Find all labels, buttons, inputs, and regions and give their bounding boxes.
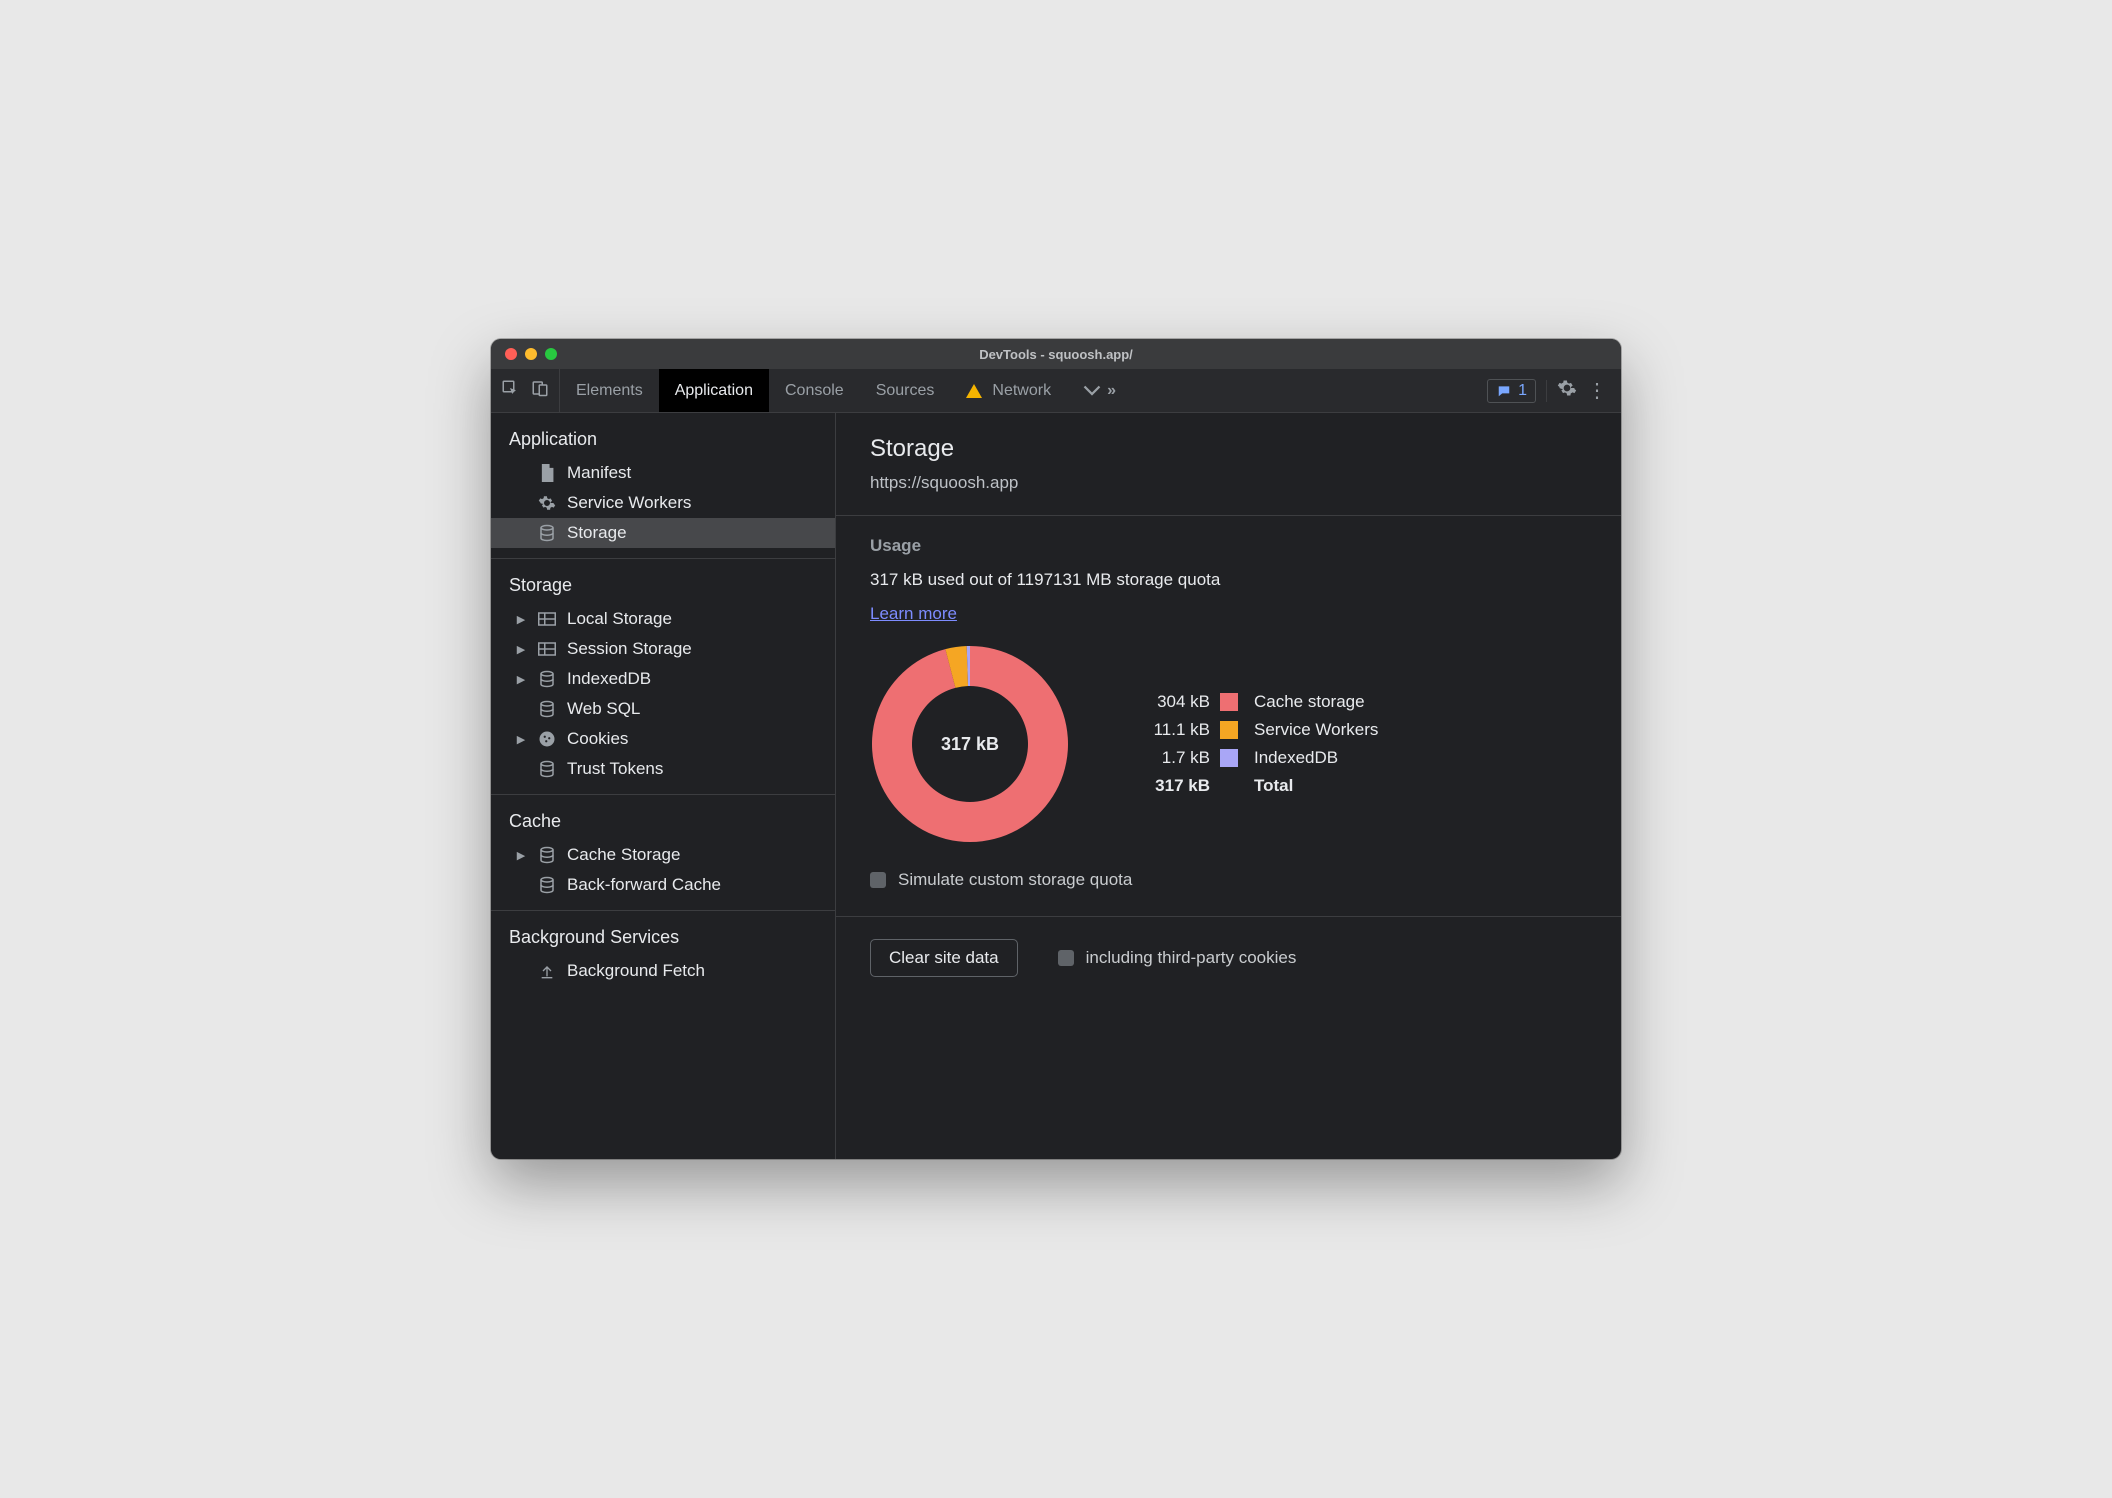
sidebar-item-web-sql[interactable]: Web SQL — [491, 694, 835, 724]
tab-elements[interactable]: Elements — [560, 369, 659, 412]
maximize-window-button[interactable] — [545, 348, 557, 360]
sidebar-heading-background: Background Services — [491, 923, 835, 956]
sidebar-item-local-storage[interactable]: ▶ Local Storage — [491, 604, 835, 634]
sidebar-group-background: Background Services Background Fetch — [491, 911, 835, 996]
database-icon — [537, 845, 557, 865]
database-icon — [537, 523, 557, 543]
usage-text: 317 kB used out of 1197131 MB storage qu… — [870, 570, 1587, 590]
legend-row-idb: 1.7 kB IndexedDB — [1130, 744, 1378, 772]
traffic-lights — [491, 348, 557, 360]
simulate-quota-row: Simulate custom storage quota — [870, 870, 1587, 890]
sidebar-item-storage[interactable]: Storage — [491, 518, 835, 548]
sidebar-item-trust-tokens[interactable]: Trust Tokens — [491, 754, 835, 784]
gear-icon — [537, 493, 557, 513]
usage-donut-chart: 317 kB — [870, 644, 1070, 844]
legend-row-sw: 11.1 kB Service Workers — [1130, 716, 1378, 744]
toolbar-right: 1 ⋮ — [1473, 369, 1621, 412]
database-icon — [537, 875, 557, 895]
sidebar-group-application: Application Manifest Service Workers Sto… — [491, 413, 835, 559]
sidebar-item-manifest[interactable]: Manifest — [491, 458, 835, 488]
disclosure-icon: ▶ — [515, 673, 527, 686]
close-window-button[interactable] — [505, 348, 517, 360]
legend-row-cache: 304 kB Cache storage — [1130, 688, 1378, 716]
panel-body: Application Manifest Service Workers Sto… — [491, 413, 1621, 1159]
disclosure-icon: ▶ — [515, 733, 527, 746]
usage-section: Usage 317 kB used out of 1197131 MB stor… — [836, 516, 1621, 917]
clear-data-section: Clear site data including third-party co… — [836, 917, 1621, 999]
kebab-menu-icon[interactable]: ⋮ — [1587, 378, 1607, 403]
table-icon — [537, 609, 557, 629]
third-party-row: including third-party cookies — [1058, 948, 1297, 968]
tab-console[interactable]: Console — [769, 369, 860, 412]
simulate-quota-checkbox[interactable] — [870, 872, 886, 888]
toolbar-left-tools — [491, 369, 560, 412]
sidebar-item-bf-cache[interactable]: Back-forward Cache — [491, 870, 835, 900]
upload-icon — [537, 961, 557, 981]
cookie-icon — [537, 729, 557, 749]
legend-swatch — [1220, 721, 1238, 739]
legend-swatch — [1220, 749, 1238, 767]
sidebar-group-cache: Cache ▶ Cache Storage Back-forward Cache — [491, 795, 835, 911]
disclosure-icon: ▶ — [515, 849, 527, 862]
issues-button[interactable]: 1 — [1487, 379, 1536, 403]
third-party-checkbox[interactable] — [1058, 950, 1074, 966]
devtools-toolbar: Elements Application Console Sources Net… — [491, 369, 1621, 413]
simulate-quota-label: Simulate custom storage quota — [898, 870, 1132, 890]
database-icon — [537, 699, 557, 719]
sidebar-group-storage: Storage ▶ Local Storage ▶ Session Storag… — [491, 559, 835, 795]
file-icon — [537, 463, 557, 483]
third-party-label: including third-party cookies — [1086, 948, 1297, 968]
warning-icon — [966, 384, 982, 398]
database-icon — [537, 669, 557, 689]
sidebar-heading-storage: Storage — [491, 571, 835, 604]
origin-url: https://squoosh.app — [870, 473, 1587, 493]
storage-header: Storage https://squoosh.app — [836, 413, 1621, 516]
sidebar-item-cookies[interactable]: ▶ Cookies — [491, 724, 835, 754]
sidebar-heading-cache: Cache — [491, 807, 835, 840]
page-title: Storage — [870, 435, 1587, 463]
tab-network[interactable]: Network — [950, 369, 1067, 412]
inspect-element-icon[interactable] — [501, 379, 519, 402]
sidebar-item-cache-storage[interactable]: ▶ Cache Storage — [491, 840, 835, 870]
window-titlebar: DevTools - squoosh.app/ — [491, 339, 1621, 369]
window-title: DevTools - squoosh.app/ — [491, 347, 1621, 362]
donut-center-label: 317 kB — [870, 644, 1070, 844]
usage-heading: Usage — [870, 536, 1587, 556]
disclosure-icon: ▶ — [515, 643, 527, 656]
legend-swatch — [1220, 693, 1238, 711]
storage-panel: Storage https://squoosh.app Usage 317 kB… — [836, 413, 1621, 1159]
sidebar-item-service-workers[interactable]: Service Workers — [491, 488, 835, 518]
issues-count: 1 — [1518, 382, 1527, 400]
panel-tabs: Elements Application Console Sources Net… — [560, 369, 1132, 412]
separator — [1546, 380, 1547, 402]
tab-sources[interactable]: Sources — [860, 369, 951, 412]
database-icon — [537, 759, 557, 779]
learn-more-link[interactable]: Learn more — [870, 604, 957, 623]
more-tabs-button[interactable]: » — [1067, 369, 1132, 412]
device-toolbar-icon[interactable] — [531, 379, 549, 402]
clear-site-data-button[interactable]: Clear site data — [870, 939, 1018, 977]
application-sidebar: Application Manifest Service Workers Sto… — [491, 413, 836, 1159]
sidebar-heading-application: Application — [491, 425, 835, 458]
sidebar-item-indexeddb[interactable]: ▶ IndexedDB — [491, 664, 835, 694]
tab-application[interactable]: Application — [659, 369, 769, 412]
settings-icon[interactable] — [1557, 378, 1577, 403]
sidebar-item-background-fetch[interactable]: Background Fetch — [491, 956, 835, 986]
chevron-right-icon: » — [1107, 382, 1116, 400]
sidebar-item-session-storage[interactable]: ▶ Session Storage — [491, 634, 835, 664]
minimize-window-button[interactable] — [525, 348, 537, 360]
devtools-window: DevTools - squoosh.app/ Elements Applica… — [491, 339, 1621, 1159]
usage-legend: 304 kB Cache storage 11.1 kB Service Wor… — [1130, 688, 1378, 800]
legend-row-total: 317 kB Total — [1130, 772, 1378, 800]
usage-chart-row: 317 kB 304 kB Cache storage 11.1 kB Serv… — [870, 644, 1587, 844]
table-icon — [537, 639, 557, 659]
disclosure-icon: ▶ — [515, 613, 527, 626]
